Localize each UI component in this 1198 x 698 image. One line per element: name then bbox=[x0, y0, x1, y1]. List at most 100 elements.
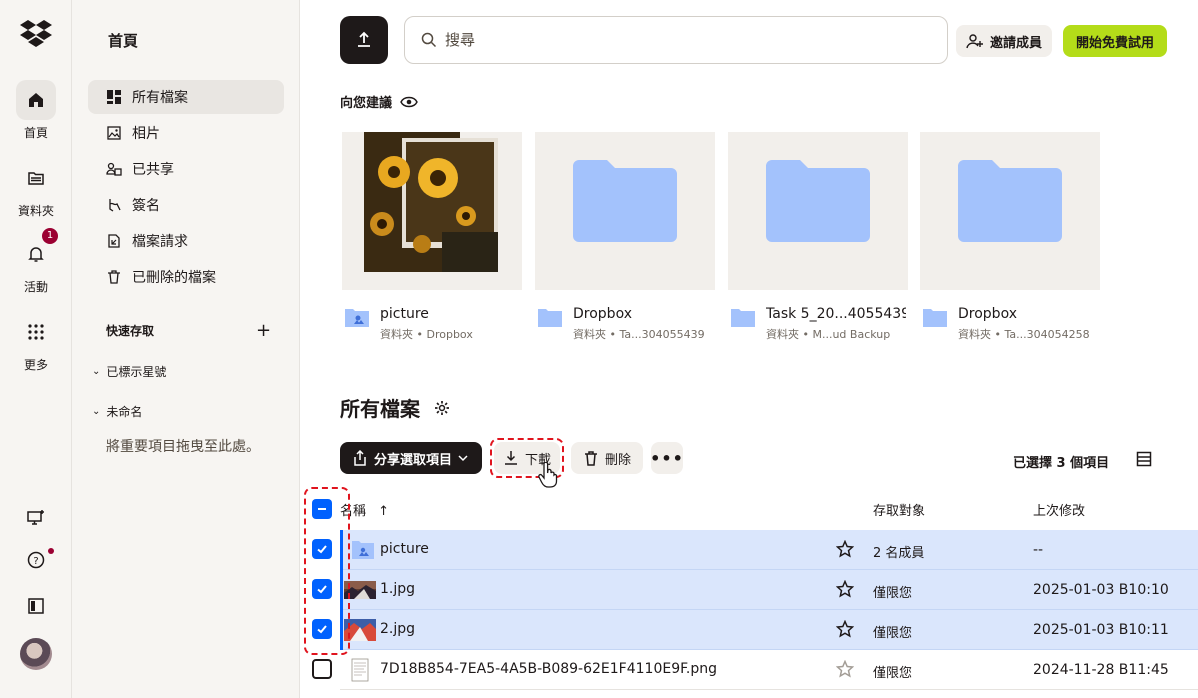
suggestions-title: 向您建議 bbox=[340, 96, 393, 111]
star-icon[interactable] bbox=[836, 580, 854, 598]
nav-label: 已刪除的檔案 bbox=[132, 270, 216, 286]
card-subtitle: 資料夾 • Ta...304055439 bbox=[573, 328, 705, 341]
card-thumbnail bbox=[728, 132, 908, 290]
folder-icon bbox=[766, 160, 870, 242]
access-value: 僅限您 bbox=[873, 626, 913, 641]
checkbox-highlight bbox=[304, 487, 350, 655]
search-box[interactable] bbox=[404, 16, 948, 64]
star-icon[interactable] bbox=[836, 620, 854, 638]
notification-badge: 1 bbox=[42, 228, 58, 244]
rail-label: 首頁 bbox=[23, 126, 48, 140]
document-thumbnail bbox=[351, 658, 369, 682]
folder-icon bbox=[538, 309, 562, 327]
folder-icon bbox=[731, 309, 755, 327]
rail-label: 活動 bbox=[23, 280, 48, 294]
file-name[interactable]: 2.jpg bbox=[380, 621, 415, 637]
table-row[interactable]: 1.jpg 僅限您 2025-01-03 B10:10 bbox=[340, 570, 1198, 610]
quick-access-heading: 快速存取 bbox=[106, 324, 155, 338]
panel-toggle-button[interactable] bbox=[0, 596, 72, 616]
more-dots-icon: ••• bbox=[650, 448, 684, 468]
all-files-heading: 所有檔案 bbox=[340, 393, 450, 422]
selected-count: 已選擇 3 個項目 bbox=[1013, 456, 1110, 471]
card-thumbnail bbox=[535, 132, 715, 290]
left-rail: 首頁 資料夾 1 活動 更多 ? bbox=[0, 0, 72, 698]
side-title: 首頁 bbox=[108, 32, 139, 50]
invite-members-button[interactable]: 邀請成員 bbox=[956, 25, 1053, 57]
account-button[interactable] bbox=[0, 638, 72, 670]
row-checkbox[interactable] bbox=[312, 659, 332, 679]
home-icon bbox=[16, 80, 56, 120]
upload-button[interactable] bbox=[340, 16, 388, 64]
card-thumbnail bbox=[342, 132, 522, 290]
table-row[interactable]: 2.jpg 僅限您 2025-01-03 B10:11 bbox=[340, 610, 1198, 650]
table-row[interactable]: 7D18B854-7EA5-4A5B-B089-62E1F4110E9F.png… bbox=[340, 650, 1198, 690]
invite-label: 邀請成員 bbox=[990, 35, 1043, 51]
nav-item-all-files[interactable]: 所有檔案 bbox=[88, 80, 284, 114]
starred-section-toggle[interactable]: ⌄ 已標示星號 bbox=[92, 363, 166, 380]
gear-icon[interactable] bbox=[434, 400, 450, 416]
help-button[interactable]: ? bbox=[0, 548, 72, 570]
delete-button[interactable]: 刪除 bbox=[571, 442, 643, 474]
chevron-down-icon: ⌄ bbox=[92, 366, 101, 377]
photo-icon bbox=[106, 125, 122, 141]
nav-item-shared[interactable]: 已共享 bbox=[88, 152, 284, 186]
share-selected-button[interactable]: 分享選取項目 bbox=[340, 442, 482, 474]
search-input[interactable] bbox=[445, 31, 925, 49]
delete-label: 刪除 bbox=[604, 452, 631, 468]
suggestion-card[interactable]: Dropbox 資料夾 • Ta...304054258 bbox=[920, 132, 1100, 342]
card-name: Task 5_20...4055439 bbox=[766, 306, 906, 322]
card-meta: Dropbox 資料夾 • Ta...304054258 bbox=[920, 306, 1100, 342]
main-content: 邀請成員 開始免費試用 向您建議 picture 資料夾 • D bbox=[300, 0, 1198, 698]
card-meta: Task 5_20...4055439 資料夾 • M...ud Backup bbox=[728, 306, 908, 342]
avatar bbox=[20, 638, 52, 670]
nav-item-file-requests[interactable]: 檔案請求 bbox=[88, 224, 284, 258]
access-value: 僅限您 bbox=[873, 666, 913, 681]
svg-text:?: ? bbox=[33, 556, 38, 567]
help-icon: ? bbox=[27, 551, 45, 569]
nav-item-photos[interactable]: 相片 bbox=[88, 116, 284, 150]
star-icon[interactable] bbox=[836, 660, 854, 678]
rail-item-activity[interactable]: 1 活動 bbox=[0, 228, 72, 295]
column-header-modified[interactable]: 上次修改 bbox=[1033, 500, 1085, 519]
nav-label: 所有檔案 bbox=[132, 90, 188, 106]
sort-arrow-up-icon: ↑ bbox=[378, 504, 390, 519]
suggestion-card[interactable]: Task 5_20...4055439 資料夾 • M...ud Backup bbox=[728, 132, 908, 342]
file-name[interactable]: picture bbox=[380, 541, 429, 557]
rail-item-home[interactable]: 首頁 bbox=[0, 80, 72, 141]
file-request-icon bbox=[106, 233, 122, 249]
drop-hint: 將重要項目拖曳至此處。 bbox=[106, 439, 260, 455]
unnamed-label: 未命名 bbox=[106, 405, 143, 419]
signature-icon bbox=[106, 197, 122, 213]
nav-item-signatures[interactable]: 簽名 bbox=[88, 188, 284, 222]
rail-label: 資料夾 bbox=[17, 204, 54, 218]
nav-item-deleted-files[interactable]: 已刪除的檔案 bbox=[88, 260, 284, 294]
add-quick-access-button[interactable]: + bbox=[256, 320, 271, 341]
trash-icon bbox=[584, 451, 597, 466]
suggestion-card[interactable]: Dropbox 資料夾 • Ta...304055439 bbox=[535, 132, 715, 342]
card-name: picture bbox=[380, 306, 429, 322]
eye-icon[interactable] bbox=[400, 96, 418, 108]
share-icon bbox=[354, 450, 366, 466]
starred-label: 已標示星號 bbox=[106, 365, 167, 379]
table-row[interactable]: picture 2 名成員 -- bbox=[340, 530, 1198, 570]
dropbox-logo-icon[interactable] bbox=[20, 20, 52, 50]
files-icon bbox=[106, 89, 122, 105]
column-header-access[interactable]: 存取對象 bbox=[873, 500, 925, 519]
file-name[interactable]: 1.jpg bbox=[380, 581, 415, 597]
file-name[interactable]: 7D18B854-7EA5-4A5B-B089-62E1F4110E9F.png bbox=[380, 661, 717, 677]
card-subtitle: 資料夾 • Ta...304054258 bbox=[958, 328, 1090, 341]
more-actions-button[interactable]: ••• bbox=[650, 442, 684, 474]
free-trial-button[interactable]: 開始免費試用 bbox=[1063, 25, 1167, 57]
sunflower-thumbnail bbox=[364, 132, 498, 272]
star-icon[interactable] bbox=[836, 540, 854, 558]
desktop-app-button[interactable] bbox=[0, 508, 72, 528]
folder-icon bbox=[923, 309, 947, 327]
suggestion-card[interactable]: picture 資料夾 • Dropbox bbox=[342, 132, 522, 342]
list-view-icon[interactable] bbox=[1136, 451, 1152, 467]
rail-item-folders[interactable]: 資料夾 bbox=[0, 158, 72, 219]
rail-item-more[interactable]: 更多 bbox=[0, 312, 72, 373]
access-value: 2 名成員 bbox=[873, 546, 925, 561]
folder-icon bbox=[573, 160, 677, 242]
modified-value: 2024-11-28 B11:45 bbox=[1033, 662, 1169, 678]
unnamed-section-toggle[interactable]: ⌄ 未命名 bbox=[92, 403, 142, 420]
